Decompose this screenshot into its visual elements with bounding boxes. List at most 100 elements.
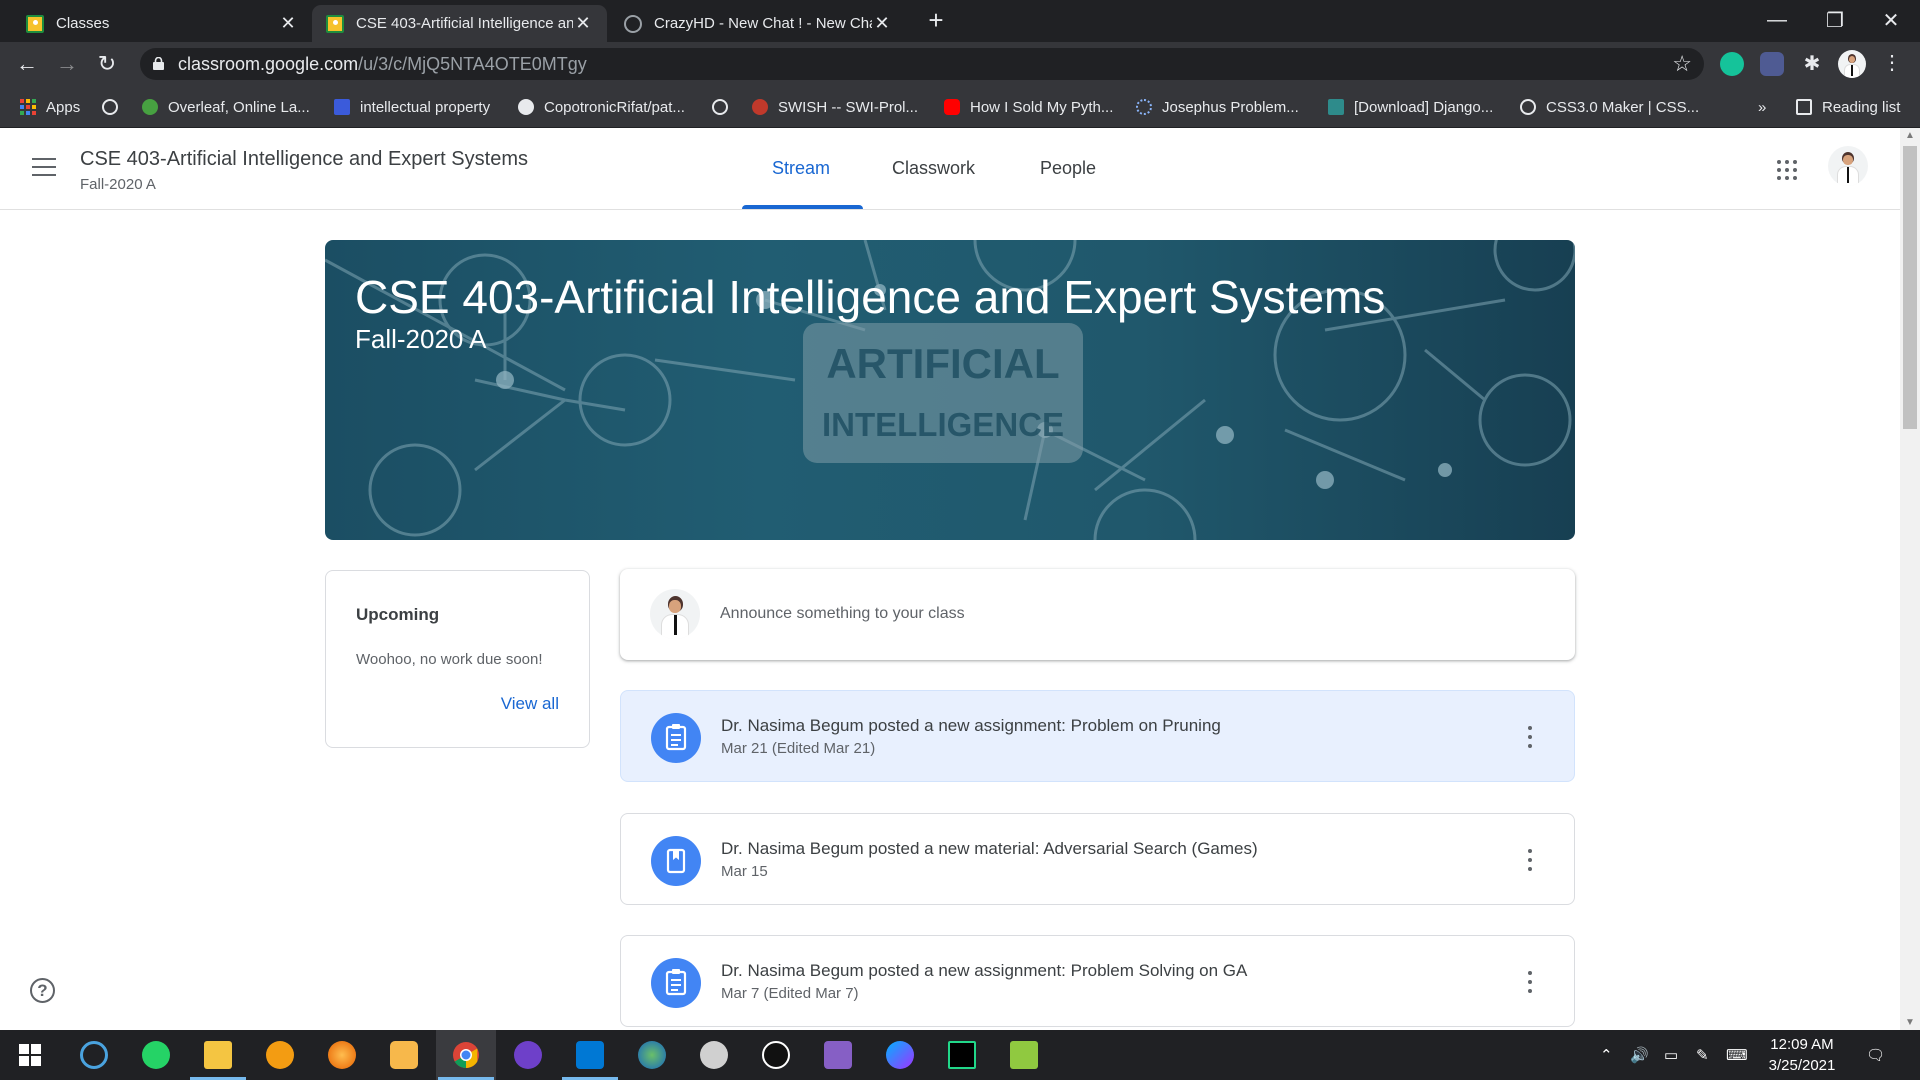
bookmarks-overflow-button[interactable]: » [1758,86,1766,128]
whatsapp-app[interactable] [126,1030,186,1080]
announce-box[interactable]: Announce something to your class [620,569,1575,660]
scroll-up-arrow-icon[interactable]: ▲ [1904,130,1916,141]
more-options-icon[interactable] [1528,971,1532,993]
firefox-app[interactable] [312,1030,372,1080]
visual-studio-app[interactable] [808,1030,868,1080]
bookmark-intellectual-property[interactable]: intellectual property [334,86,490,128]
banner-title[interactable]: CSE 403-Artificial Intelligence and Expe… [355,270,1385,324]
classroom-header: CSE 403-Artificial Intelligence and Expe… [0,128,1900,210]
keyboard-icon[interactable]: ⌨ [1726,1030,1748,1080]
new-tab-button[interactable]: + [922,6,950,34]
django-site-icon [1328,99,1344,115]
browser-tab-crazyhd[interactable]: CrazyHD - New Chat ! - New Chat ✕ [610,5,906,42]
more-options-icon[interactable] [1528,849,1532,871]
bookmark-django[interactable]: [Download] Django... [1328,86,1493,128]
tab-title: Classes [56,15,110,32]
chrome-icon [453,1042,479,1069]
post-title[interactable]: Dr. Nasima Begum posted a new material: … [721,839,1258,859]
forward-button[interactable]: → [53,50,81,78]
pycharm-app[interactable] [932,1030,992,1080]
assignment-icon [651,713,701,763]
profile-avatar[interactable] [1838,50,1866,78]
upcoming-card: Upcoming Woohoo, no work due soon! View … [325,570,590,748]
taskbar-clock[interactable]: 12:09 AM 3/25/2021 [1752,1034,1852,1076]
github-icon [514,1041,542,1069]
chrome-app[interactable] [436,1030,496,1080]
linux-app[interactable] [684,1030,744,1080]
stream-post[interactable]: Dr. Nasima Begum posted a new assignment… [620,935,1575,1027]
post-title[interactable]: Dr. Nasima Begum posted a new assignment… [721,961,1247,981]
extension-icon[interactable] [1760,52,1784,76]
scroll-down-arrow-icon[interactable]: ▼ [1904,1017,1916,1028]
notifications-icon[interactable]: 🗨 [1866,1030,1885,1080]
volume-icon[interactable]: 🔊 [1630,1030,1649,1080]
bookmark-css3-maker[interactable]: CSS3.0 Maker | CSS... [1520,86,1699,128]
vpn-app[interactable] [250,1030,310,1080]
bookmark-apps[interactable]: Apps [20,86,80,128]
show-hidden-icons-icon[interactable]: ⌃ [1600,1030,1613,1080]
bookmark-swish[interactable]: SWISH -- SWI-Prol... [752,86,918,128]
stream-post[interactable]: Dr. Nasima Begum posted a new material: … [620,813,1575,905]
material-icon [651,836,701,886]
tab-stream[interactable]: Stream [772,158,830,179]
globe-icon [102,99,118,115]
post-date: Mar 21 (Edited Mar 21) [721,740,876,757]
notepad-plus-app[interactable] [994,1030,1054,1080]
main-menu-icon[interactable] [32,158,56,176]
bookmark-github-pat[interactable]: CopotronicRifat/pat... [518,86,685,128]
vscode-app[interactable] [560,1030,620,1080]
file-explorer-app[interactable] [188,1030,248,1080]
address-bar[interactable]: classroom.google.com/u/3/c/MjQ5NTA4OTE0M… [140,48,1704,80]
browser-tab-course[interactable]: CSE 403-Artificial Intelligence and Expe… [312,5,607,42]
scrollbar-thumb[interactable] [1903,146,1917,429]
close-tab-icon[interactable]: ✕ [872,13,892,34]
restore-button[interactable]: ❐ [1806,0,1864,40]
messenger-app[interactable] [870,1030,930,1080]
view-all-link[interactable]: View all [501,694,559,714]
tab-people[interactable]: People [1040,158,1096,179]
page-scrollbar[interactable]: ▲ ▼ [1900,128,1920,1030]
google-classroom-icon [326,14,344,33]
obs-app[interactable] [64,1030,124,1080]
reading-list-button[interactable]: Reading list [1796,86,1900,128]
close-tab-icon[interactable]: ✕ [573,13,593,34]
network-icon[interactable]: ▭ [1664,1030,1678,1080]
back-button[interactable]: ← [13,50,41,78]
more-options-icon[interactable] [1528,726,1532,748]
extensions-puzzle-icon[interactable]: ✱ [1800,52,1824,76]
class-banner: ARTIFICIAL INTELLIGENCE CSE 403-Artifici… [325,240,1575,540]
browser-tab-classes[interactable]: Classes ✕ [12,5,312,42]
pictures-app[interactable] [374,1030,434,1080]
inkscape-app[interactable] [746,1030,806,1080]
notepad-plus-icon [1010,1041,1038,1069]
github-desktop-app[interactable] [498,1030,558,1080]
google-apps-icon[interactable] [1777,160,1797,180]
earth-app[interactable] [622,1030,682,1080]
bookmark-globe-2[interactable] [712,86,738,128]
pen-icon[interactable]: ✎ [1696,1030,1709,1080]
bookmark-josephus[interactable]: Josephus Problem... [1136,86,1299,128]
bookmark-label: intellectual property [360,98,491,116]
user-avatar[interactable] [1828,146,1868,186]
tab-classwork[interactable]: Classwork [892,158,975,179]
minimize-button[interactable]: — [1748,0,1806,40]
grammarly-extension-icon[interactable] [1720,52,1744,76]
overleaf-icon [142,99,158,115]
reload-button[interactable]: ↻ [93,50,121,78]
post-title[interactable]: Dr. Nasima Begum posted a new assignment… [721,716,1221,736]
bookmark-star-icon[interactable]: ☆ [1672,51,1692,77]
help-icon[interactable]: ? [30,978,55,1003]
close-window-button[interactable]: ✕ [1862,0,1920,40]
bookmark-overleaf[interactable]: Overleaf, Online La... [142,86,310,128]
tab-title: CrazyHD - New Chat ! - New Chat [654,15,872,32]
announce-placeholder[interactable]: Announce something to your class [720,605,965,623]
windows-start-button[interactable] [0,1030,60,1080]
globe-icon [1520,99,1536,115]
course-title[interactable]: CSE 403-Artificial Intelligence and Expe… [80,148,528,171]
active-tab-indicator [742,205,863,209]
stream-post[interactable]: Dr. Nasima Begum posted a new assignment… [620,690,1575,782]
bookmark-youtube[interactable]: How I Sold My Pyth... [944,86,1113,128]
close-tab-icon[interactable]: ✕ [278,13,298,34]
bookmark-globe[interactable] [102,86,128,128]
browser-menu-icon[interactable]: ⋮ [1880,52,1904,76]
